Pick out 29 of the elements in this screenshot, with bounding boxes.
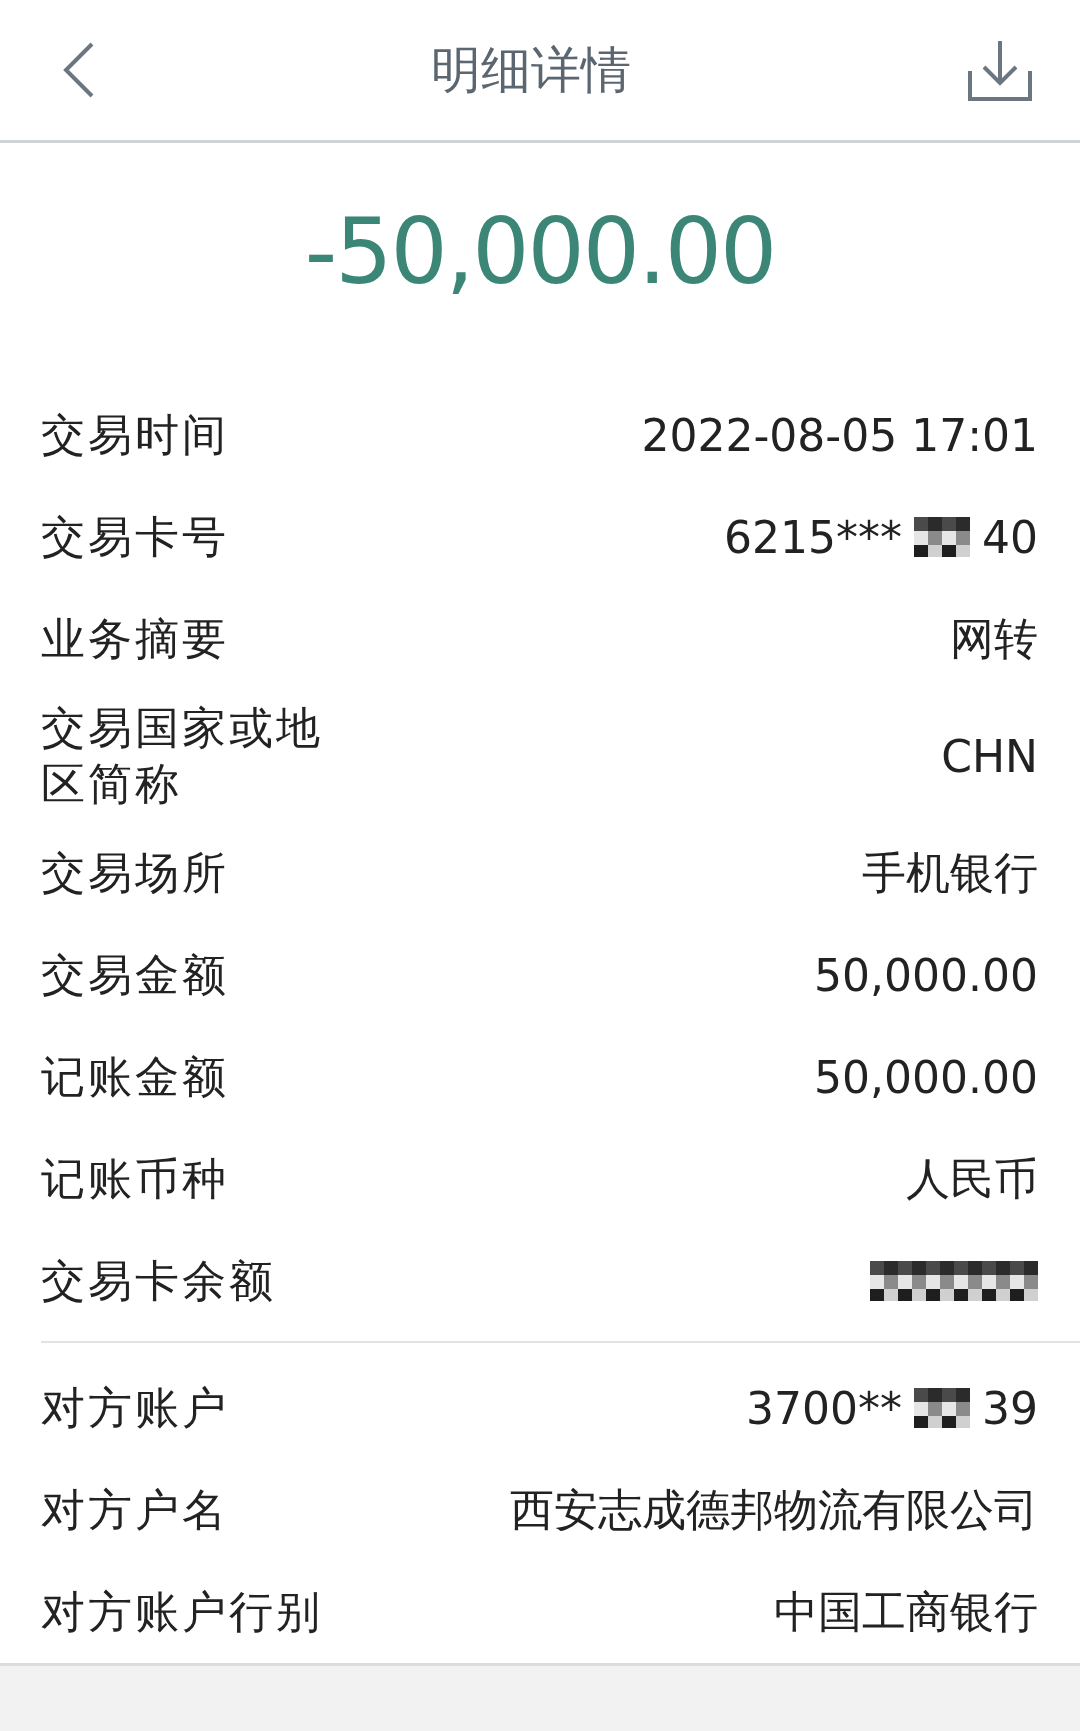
field-value: 手机银行 — [862, 845, 1038, 900]
page-title: 明细详情 — [431, 39, 631, 101]
field-label: 记账金额 — [41, 1050, 229, 1104]
field-value: 中国工商银行 — [774, 1584, 1038, 1639]
field-value: 50,000.00 — [814, 1051, 1038, 1103]
mosaic-mark — [914, 1388, 970, 1428]
field-label: 交易国家或地区简称 — [41, 701, 324, 811]
masked-value-end: 40 — [982, 511, 1038, 563]
field-value: CHN — [941, 730, 1038, 782]
field-value: 西安志成德邦物流有限公司 — [510, 1482, 1038, 1537]
field-value: 网转 — [950, 611, 1038, 666]
field-label: 记账币种 — [41, 1152, 229, 1206]
field-value: 50,000.00 — [814, 949, 1038, 1001]
field-label: 对方账户 — [41, 1381, 229, 1435]
field-label: 交易场所 — [41, 846, 229, 900]
field-value: 2022-08-05 17:01 — [641, 409, 1038, 461]
field-label: 业务摘要 — [41, 612, 229, 666]
transaction-amount: -50,000.00 — [304, 207, 776, 297]
field-label: 对方账户行别 — [41, 1585, 323, 1639]
field-value: 人民币 — [906, 1151, 1038, 1206]
field-label: 交易卡余额 — [41, 1254, 276, 1308]
mosaic-mark — [914, 517, 970, 557]
masked-value-start: 3700** — [746, 1382, 902, 1434]
field-label: 对方户名 — [41, 1483, 229, 1537]
masked-value-end: 39 — [982, 1382, 1038, 1434]
field-label: 交易卡号 — [41, 510, 229, 564]
field-label: 交易金额 — [41, 948, 229, 1002]
masked-value-start: 6215*** — [724, 511, 902, 563]
field-label: 交易时间 — [41, 408, 229, 462]
